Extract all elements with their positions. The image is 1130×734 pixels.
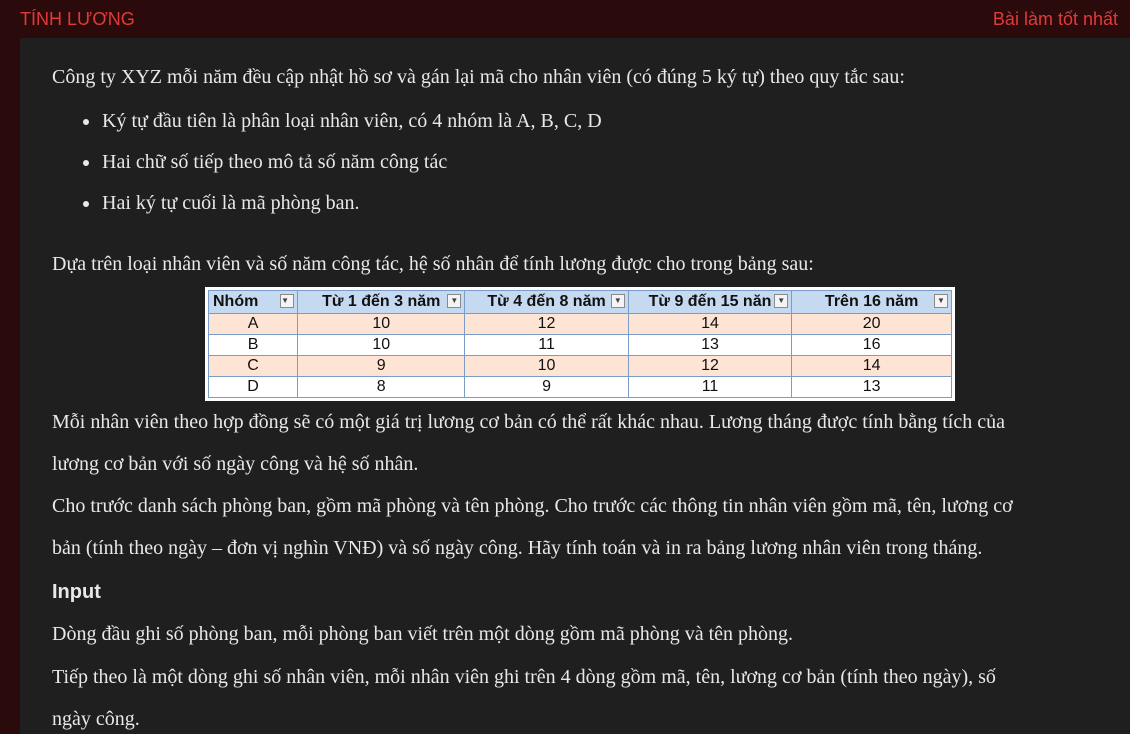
input-description-line: Tiếp theo là một dòng ghi số nhân viên, … [52, 666, 996, 688]
coefficient-table: Nhóm ▼ Từ 1 đến 3 năm ▼ Từ 4 đến 8 năm ▼ Từ… [207, 290, 952, 398]
table-cell: 14 [791, 355, 952, 377]
column-header: Nhóm ▼ [207, 290, 299, 314]
table-row: C 9 10 12 14 [207, 355, 952, 377]
table-cell: 13 [627, 334, 793, 356]
table-cell: 9 [297, 355, 466, 377]
best-solution-link[interactable]: Bài làm tốt nhất [993, 9, 1118, 30]
table-cell: 8 [297, 376, 466, 398]
table-cell: 10 [464, 355, 629, 377]
table-header-row: Nhóm ▼ Từ 1 đến 3 năm ▼ Từ 4 đến 8 năm ▼ Từ… [207, 290, 952, 314]
filter-dropdown-icon: ▼ [610, 294, 625, 308]
column-header: Từ 1 đến 3 năm ▼ [297, 290, 466, 314]
table-cell: B [207, 334, 299, 356]
page-title: TÍNH LƯƠNG [20, 8, 135, 29]
filter-dropdown-icon: ▼ [447, 294, 462, 308]
list-item: Ký tự đầu tiên là phân loại nhân viên, c… [52, 108, 602, 149]
table-cell: 9 [464, 376, 629, 398]
table-cell: 16 [791, 334, 952, 356]
coefficient-table-image: Nhóm ▼ Từ 1 đến 3 năm ▼ Từ 4 đến 8 năm ▼ Từ… [205, 287, 955, 401]
input-description-line: ngày công. [52, 708, 140, 730]
header-bar: TÍNH LƯƠNG Bài làm tốt nhất [0, 0, 1130, 38]
table-cell: A [207, 313, 299, 335]
table-cell: 11 [627, 376, 793, 398]
table-intro-text: Dựa trên loại nhân viên và số năm công t… [52, 253, 814, 275]
table-cell: 20 [791, 313, 952, 335]
problem-content: Công ty XYZ mỗi năm đều cập nhật hồ sơ v… [20, 38, 1130, 734]
input-description-line: Dòng đầu ghi số phòng ban, mỗi phòng ban… [52, 623, 794, 645]
table-row: A 10 12 14 20 [207, 313, 952, 335]
table-cell: D [207, 376, 299, 398]
table-cell: 10 [297, 313, 466, 335]
salary-paragraph-line: Mỗi nhân viên theo hợp đồng sẽ có một gi… [52, 411, 1005, 433]
rule-list: Ký tự đầu tiên là phân loại nhân viên, c… [52, 108, 602, 231]
intro-text: Công ty XYZ mỗi năm đều cập nhật hồ sơ v… [52, 66, 905, 88]
list-item: Hai ký tự cuối là mã phòng ban. [52, 190, 602, 231]
input-section-heading: Input [52, 581, 101, 603]
salary-paragraph-line: lương cơ bản với số ngày công và hệ số n… [52, 453, 419, 475]
table-cell: 11 [464, 334, 629, 356]
task-paragraph-line: Cho trước danh sách phòng ban, gồm mã ph… [52, 495, 1013, 517]
list-item: Hai chữ số tiếp theo mô tả số năm công t… [52, 149, 602, 190]
filter-dropdown-icon: ▼ [934, 294, 948, 308]
table-cell: 12 [464, 313, 629, 335]
column-header: Từ 4 đến 8 năm ▼ [464, 290, 629, 314]
table-cell: 14 [627, 313, 793, 335]
filter-dropdown-icon: ▼ [774, 294, 789, 308]
table-row: D 8 9 11 13 [207, 376, 952, 398]
filter-dropdown-icon: ▼ [280, 294, 295, 308]
column-header: Từ 9 đến 15 năn ▼ [627, 290, 793, 314]
table-cell: 10 [297, 334, 466, 356]
table-cell: C [207, 355, 299, 377]
task-paragraph-line: bản (tính theo ngày – đơn vị nghìn VNĐ) … [52, 537, 983, 559]
table-row: B 10 11 13 16 [207, 334, 952, 356]
table-cell: 13 [791, 376, 952, 398]
table-cell: 12 [627, 355, 793, 377]
column-header: Trên 16 năm ▼ [791, 290, 952, 314]
